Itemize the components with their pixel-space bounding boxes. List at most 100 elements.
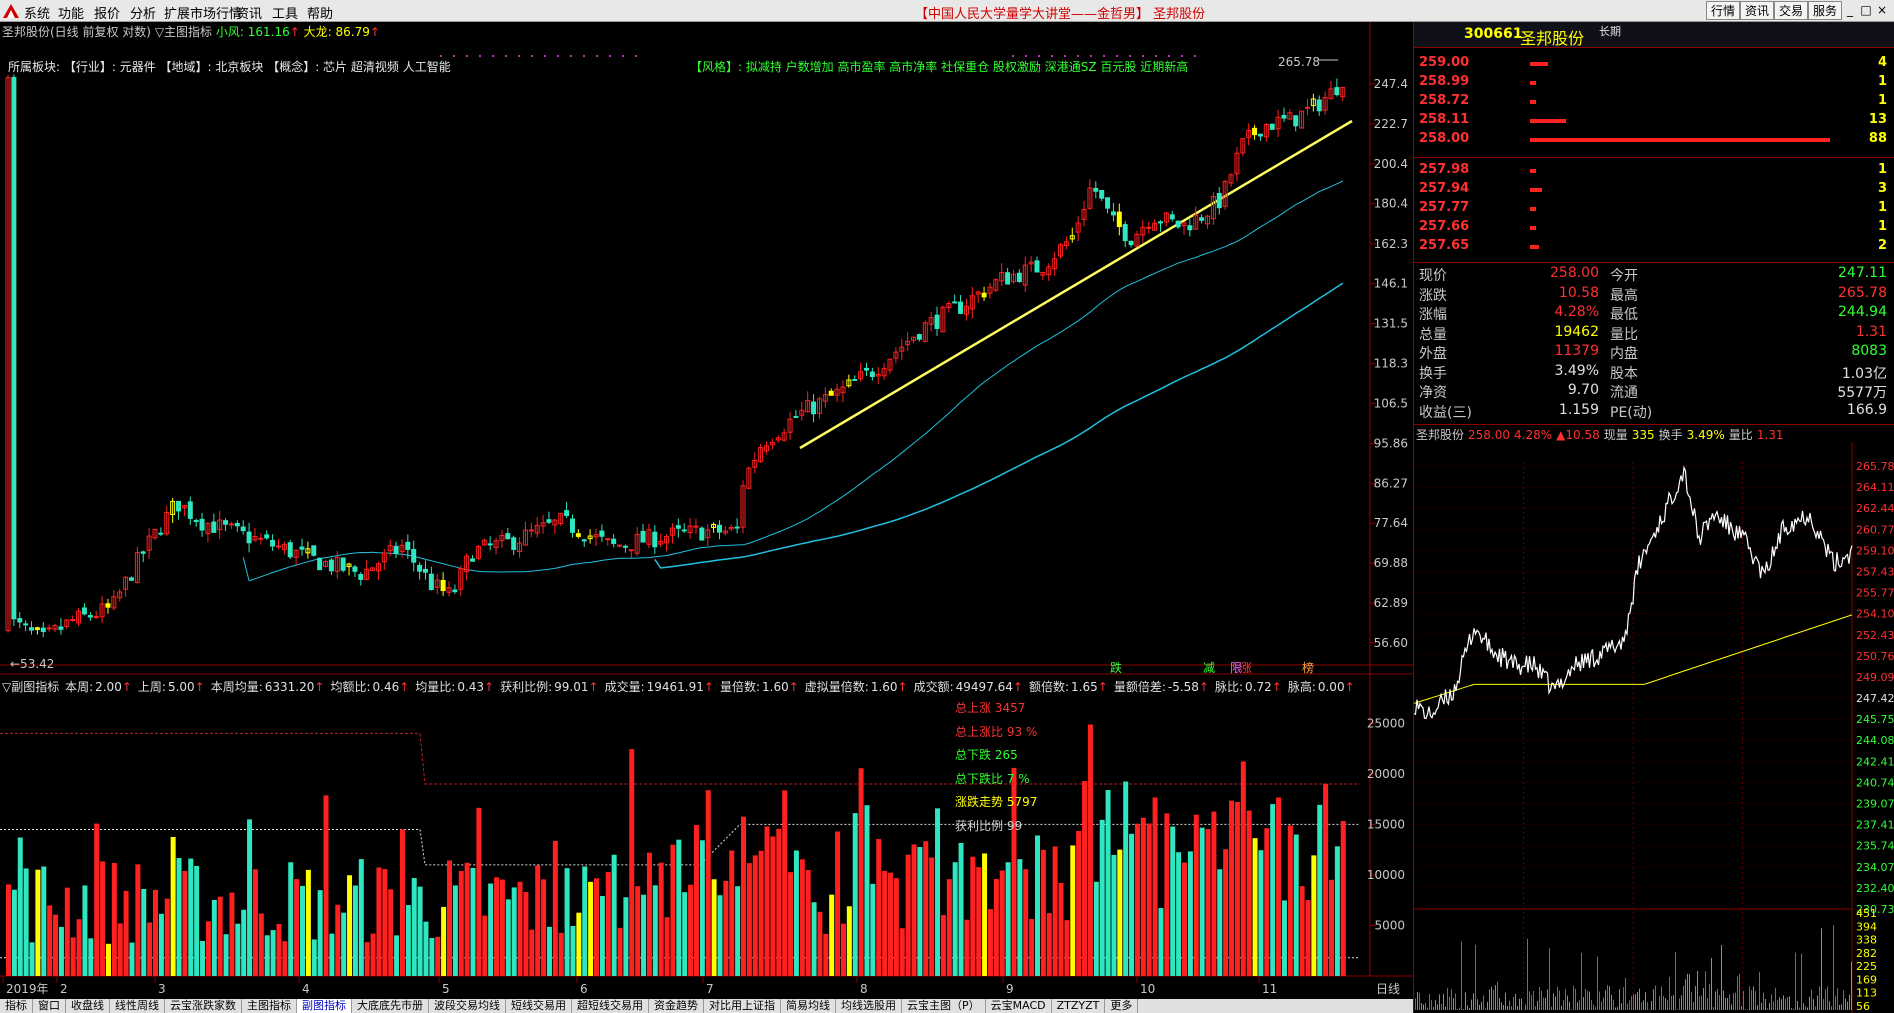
volume-bar [458, 871, 464, 976]
intraday-volume-tick: 394 [1856, 920, 1877, 933]
volume-bar [546, 926, 552, 976]
volume-bar [1270, 804, 1276, 976]
quote-label: 总量 [1419, 326, 1447, 343]
indicator-tab[interactable]: 短线交易用 [506, 999, 572, 1013]
sub-stat-line: 总上涨比 93 % [955, 724, 1038, 739]
intraday-volume-bar [1471, 999, 1472, 1010]
candle [793, 410, 799, 419]
intraday-volume-bar [1583, 997, 1584, 1010]
candle [422, 560, 428, 580]
intraday-volume-bar [1655, 985, 1656, 1010]
volume-bar [41, 866, 47, 976]
volume-bar [394, 935, 400, 976]
indicator-tab[interactable]: 超短线交易用 [572, 999, 649, 1013]
intraday-volume-bar [1815, 1006, 1816, 1010]
indicator-tab[interactable]: 指标 [0, 999, 33, 1013]
intraday-volume-bar [1749, 986, 1750, 1010]
menu-extended-market[interactable]: 扩展市场行情 [164, 3, 242, 22]
candle [211, 513, 217, 533]
intraday-volume-bar [1841, 1004, 1842, 1010]
menu-analysis[interactable]: 分析 [130, 3, 156, 22]
minimize-icon[interactable]: _ [1842, 2, 1858, 18]
indicator-tab[interactable]: ZTZYZT [1052, 999, 1106, 1013]
menu-system[interactable]: 系统 [24, 3, 50, 22]
candle [52, 623, 58, 632]
intraday-volume-bar [1835, 996, 1836, 1010]
x-axis-label: 10 [1140, 982, 1155, 996]
indicator-tab[interactable]: 云宝MACD [986, 999, 1052, 1013]
sub-header-label[interactable]: ▽副图指标 [2, 680, 59, 694]
menu-function[interactable]: 功能 [58, 3, 84, 22]
indicator-tab[interactable]: 更多 [1105, 999, 1139, 1013]
intraday-volume-bar [1761, 1002, 1762, 1010]
volume-bar [899, 928, 905, 976]
candle [1205, 214, 1211, 229]
news-button[interactable]: 资讯 [1740, 1, 1775, 20]
intraday-volume-bar [1675, 951, 1676, 1010]
quote-label: 流通 [1610, 385, 1638, 401]
volume-tick-label: 15000 [1367, 817, 1405, 831]
kline-chart[interactable]: 247.4 222.7 200.4 180.4 162.3 146.1 131.5 118.3… [0, 22, 1413, 999]
menu-news[interactable]: 资讯 [236, 3, 262, 22]
indicator-tab[interactable]: 云宝涨跌家数 [165, 999, 242, 1013]
intraday-volume-bar [1769, 1003, 1770, 1010]
intraday-chart[interactable]: 265.78 264.11 262.44 260.77 259.10 257.43 255.… [1414, 442, 1894, 1013]
quote-button[interactable]: 行情 [1706, 1, 1741, 20]
candle [164, 505, 170, 537]
indicator-tab[interactable]: 线性周线 [110, 999, 165, 1013]
volume-bar [1052, 846, 1058, 976]
indicator-tab[interactable]: 主图指标 [242, 999, 297, 1013]
menu-help[interactable]: 帮助 [307, 3, 333, 22]
intraday-volume-bar [1639, 988, 1640, 1010]
intraday-volume-bar [1697, 971, 1698, 1010]
trade-button[interactable]: 交易 [1774, 1, 1809, 20]
candle [1252, 124, 1258, 140]
volume-bar [376, 867, 382, 976]
candle [881, 362, 887, 380]
x-axis-label: 5 [442, 982, 450, 996]
indicator-tab[interactable]: 副图指标 [297, 999, 352, 1013]
candle [634, 527, 640, 557]
indicator-tab[interactable]: 均线选股用 [836, 999, 902, 1013]
volume-bar [693, 824, 699, 976]
volume-bar [964, 919, 970, 976]
intraday-volume-bar [1807, 1007, 1808, 1010]
intraday-volume-bar [1443, 993, 1444, 1010]
volume-bar [405, 905, 411, 976]
intraday-volume-bar [1771, 994, 1772, 1010]
service-button[interactable]: 服务 [1808, 1, 1843, 20]
close-icon[interactable]: × [1874, 2, 1890, 18]
intraday-volume-bar [1419, 992, 1420, 1010]
menu-quote[interactable]: 报价 [94, 3, 120, 22]
volume-bar [723, 880, 729, 976]
intraday-volume-bar [1713, 1006, 1714, 1010]
candle [1169, 210, 1175, 222]
intraday-volume-bar [1777, 999, 1778, 1010]
menu-tools[interactable]: 工具 [272, 3, 298, 22]
candle [1010, 270, 1016, 284]
order-book: 259.00 4 258.99 1 258.72 1 258.11 13 258.00 88 257… [1414, 52, 1894, 282]
maximize-icon[interactable]: □ [1858, 2, 1874, 18]
intraday-volume-bar [1823, 999, 1824, 1010]
indicator-tab[interactable]: 窗口 [33, 999, 66, 1013]
sub-header-label: 成交额: [913, 680, 954, 694]
intraday-volume-bar [1457, 1009, 1458, 1010]
candle [46, 624, 52, 632]
indicator-tab[interactable]: 资金趋势 [649, 999, 704, 1013]
indicator-tab[interactable]: 收盘线 [66, 999, 110, 1013]
volume-bar [1311, 855, 1317, 976]
candle [40, 622, 46, 638]
intraday-volume-bar [1827, 986, 1828, 1010]
volume-bar [252, 869, 258, 976]
indicator-tab[interactable]: 对比用上证指 [704, 999, 781, 1013]
candle [1246, 123, 1252, 146]
volume-bar [329, 933, 335, 976]
indicator-tab[interactable]: 云宝主图（P） [902, 999, 986, 1013]
indicator-tab[interactable]: 大底底先市册 [352, 999, 429, 1013]
candle [905, 332, 911, 351]
intraday-volume-bar [1829, 1001, 1830, 1010]
indicator-tab[interactable]: 简易均线 [781, 999, 836, 1013]
volume-bar [1029, 919, 1035, 976]
indicator-tab[interactable]: 波段交易均线 [429, 999, 506, 1013]
volume-bar [893, 878, 899, 976]
